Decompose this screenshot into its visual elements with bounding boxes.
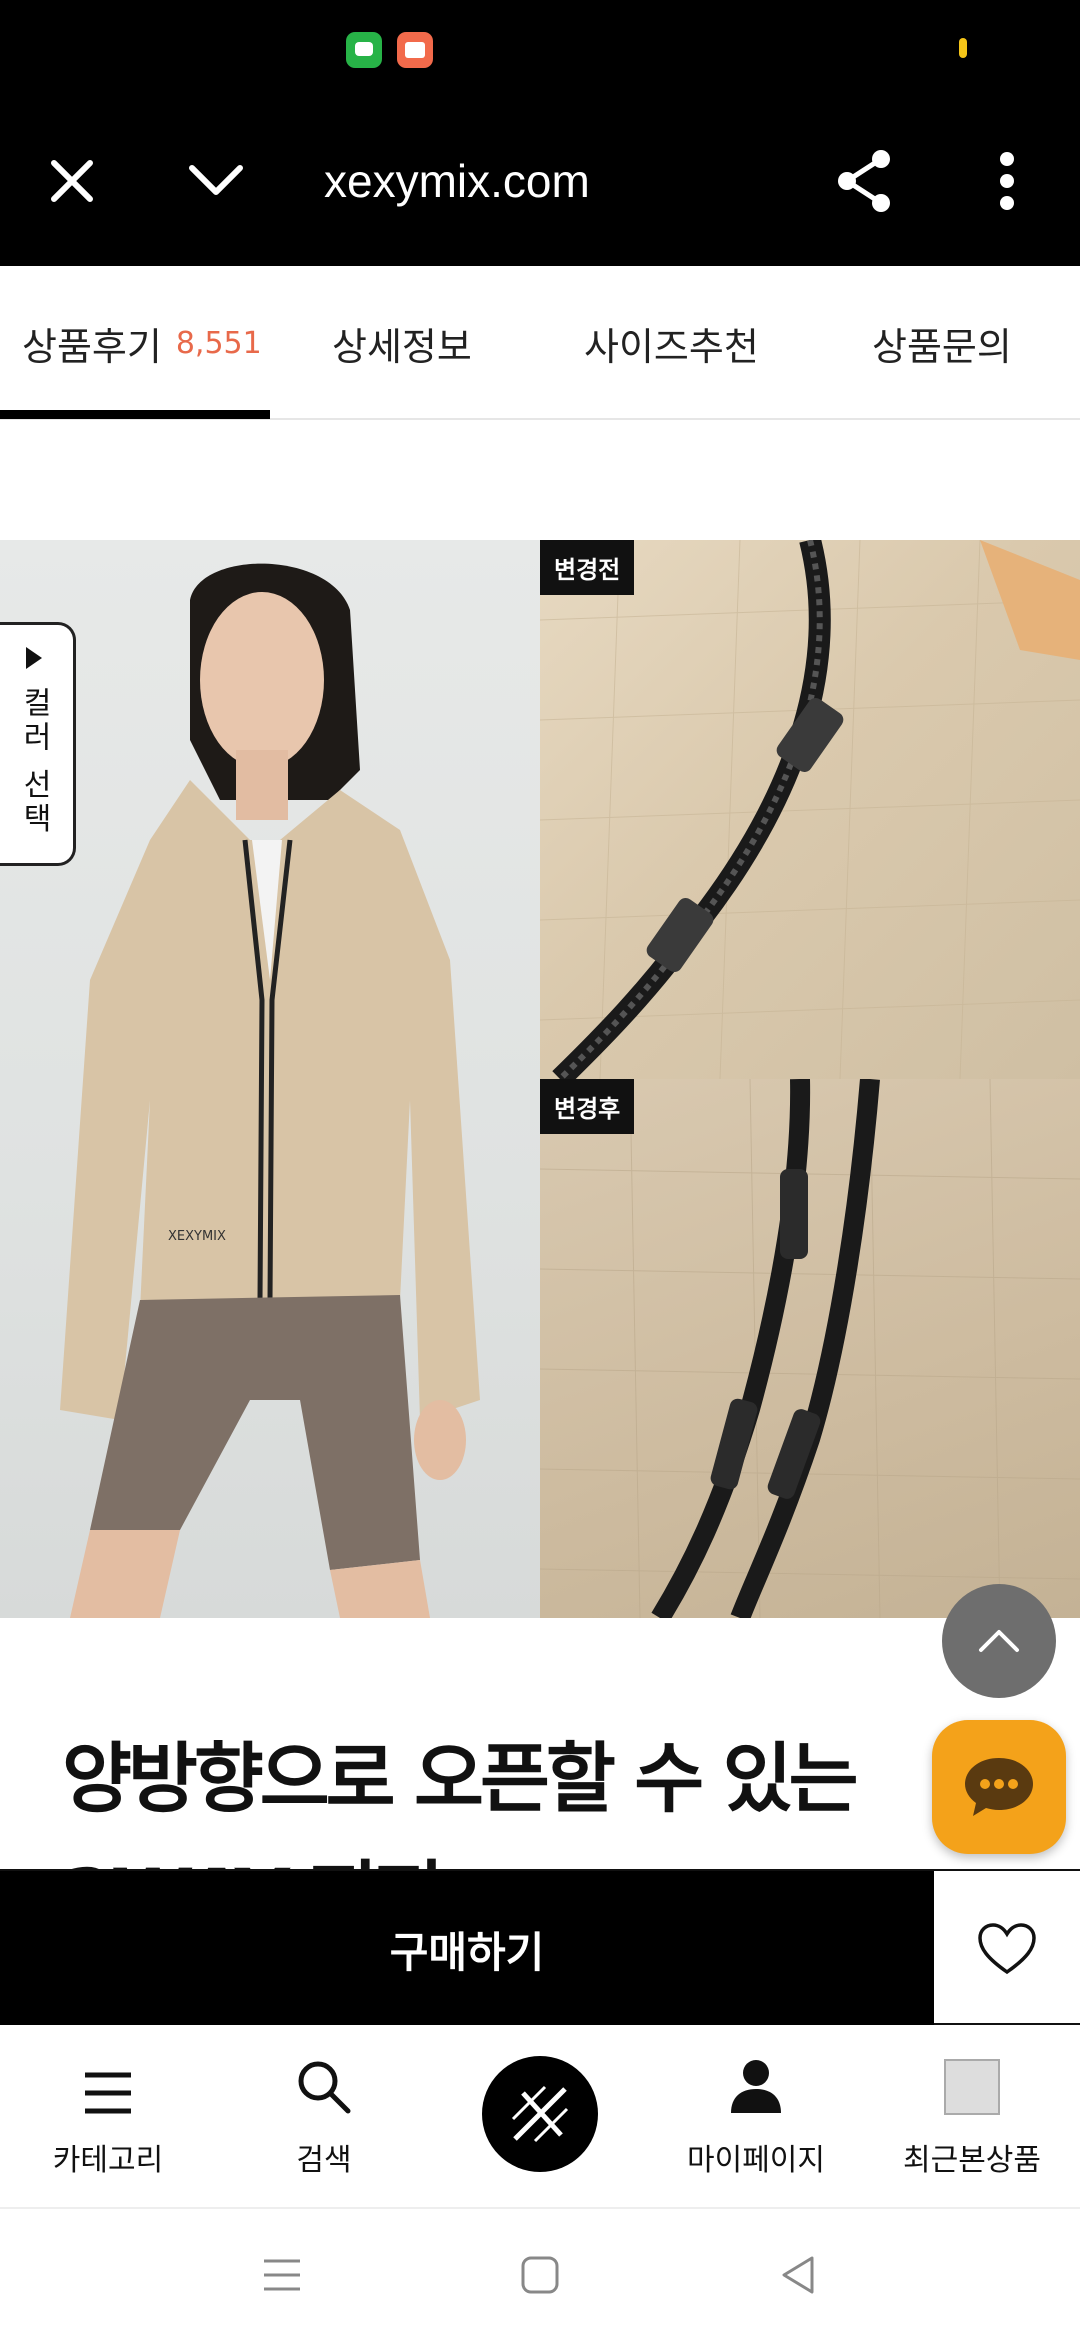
product-tabs: 상품후기 8,551 상세정보 사이즈추천 상품문의 [0, 266, 1080, 420]
browser-toolbar: xexymix.com [0, 96, 1080, 266]
nav-label: 검색 [296, 2143, 352, 2178]
model-photo: XEXYMIX [0, 540, 540, 1618]
color-select-label: 컬러 선택 [16, 687, 52, 837]
description-line-2: 2WAY 지퍼 [62, 1838, 1022, 1870]
nav-label: 최근본상품 [903, 2143, 1041, 2178]
description-line-1: 양방향으로 오픈할 수 있는 [62, 1734, 859, 1823]
scroll-to-top-button[interactable] [942, 1584, 1056, 1698]
tab-label: 상품후기 [22, 324, 162, 369]
more-menu-button[interactable] [962, 96, 1052, 266]
chat-icon [965, 1758, 1033, 1816]
heart-icon [978, 1923, 1036, 1975]
home-button[interactable] [480, 2209, 600, 2340]
purchase-bar: 구매하기 [0, 1869, 1080, 2027]
gallery-app-icon [397, 32, 433, 68]
nav-mypage[interactable]: 마이페이지 [648, 2025, 864, 2209]
url-text[interactable]: xexymix.com [324, 96, 590, 266]
model-brand-text: XEXYMIX [168, 1229, 226, 1244]
screen: xexymix.com 상품후기 8,551 상세정보 사이즈추천 상품문의 X… [0, 0, 1080, 2340]
tab-label: 사이즈추천 [584, 324, 759, 369]
battery-indicator [959, 38, 967, 58]
nav-recent-products[interactable]: 최근본상품 [864, 2025, 1080, 2209]
nav-category[interactable]: 카테고리 [0, 2025, 216, 2209]
nav-home-button[interactable] [482, 2056, 598, 2172]
zipper-before-photo: 변경전 [540, 540, 1080, 1079]
share-button[interactable] [820, 96, 910, 266]
search-icon [298, 2061, 351, 2114]
back-icon [782, 2256, 814, 2293]
recent-apps-icon [264, 2259, 300, 2290]
description-heading: 양방향으로 오픈할 수 있는 2WAY 지퍼 [62, 1720, 1022, 1870]
chevron-down-icon [189, 165, 243, 195]
messages-app-icon [346, 32, 382, 68]
status-bar [0, 0, 1080, 96]
home-icon [521, 2256, 559, 2293]
person-icon [731, 2060, 781, 2113]
before-badge: 변경전 [540, 540, 635, 595]
nav-search[interactable]: 검색 [216, 2025, 432, 2209]
chat-button[interactable] [932, 1720, 1066, 1854]
tab-reviews[interactable]: 상품후기 8,551 [22, 266, 262, 420]
collapse-button[interactable] [174, 96, 258, 266]
after-badge: 변경후 [540, 1079, 635, 1134]
tab-label: 상세정보 [332, 324, 472, 369]
xexymix-logo-icon [511, 2085, 569, 2143]
play-triangle-icon [25, 647, 42, 669]
tab-details[interactable]: 상세정보 [332, 266, 472, 420]
review-count: 8,551 [175, 325, 262, 361]
buy-button[interactable]: 구매하기 [0, 1871, 934, 2027]
wishlist-button[interactable] [934, 1871, 1080, 2027]
nav-label: 마이페이지 [687, 2143, 825, 2178]
nav-label: 카테고리 [52, 2143, 164, 2178]
recent-apps-button[interactable] [222, 2209, 342, 2340]
tab-inquiry[interactable]: 상품문의 [872, 266, 1012, 420]
close-icon [51, 160, 93, 202]
chevron-up-icon [979, 1630, 1019, 1652]
close-button[interactable] [30, 96, 114, 266]
tab-label: 상품문의 [872, 324, 1012, 369]
active-tab-indicator [0, 410, 270, 419]
system-navigation-bar [0, 2209, 1080, 2340]
color-select-tab[interactable]: 컬러 선택 [0, 622, 76, 866]
more-vertical-icon [1000, 152, 1014, 210]
menu-icon [85, 2072, 131, 2114]
back-button[interactable] [738, 2209, 858, 2340]
tab-size-recommendation[interactable]: 사이즈추천 [584, 266, 759, 420]
zipper-after-photo: 변경후 [540, 1079, 1080, 1618]
recent-product-thumbnail [944, 2059, 1000, 2115]
share-icon [838, 150, 890, 212]
